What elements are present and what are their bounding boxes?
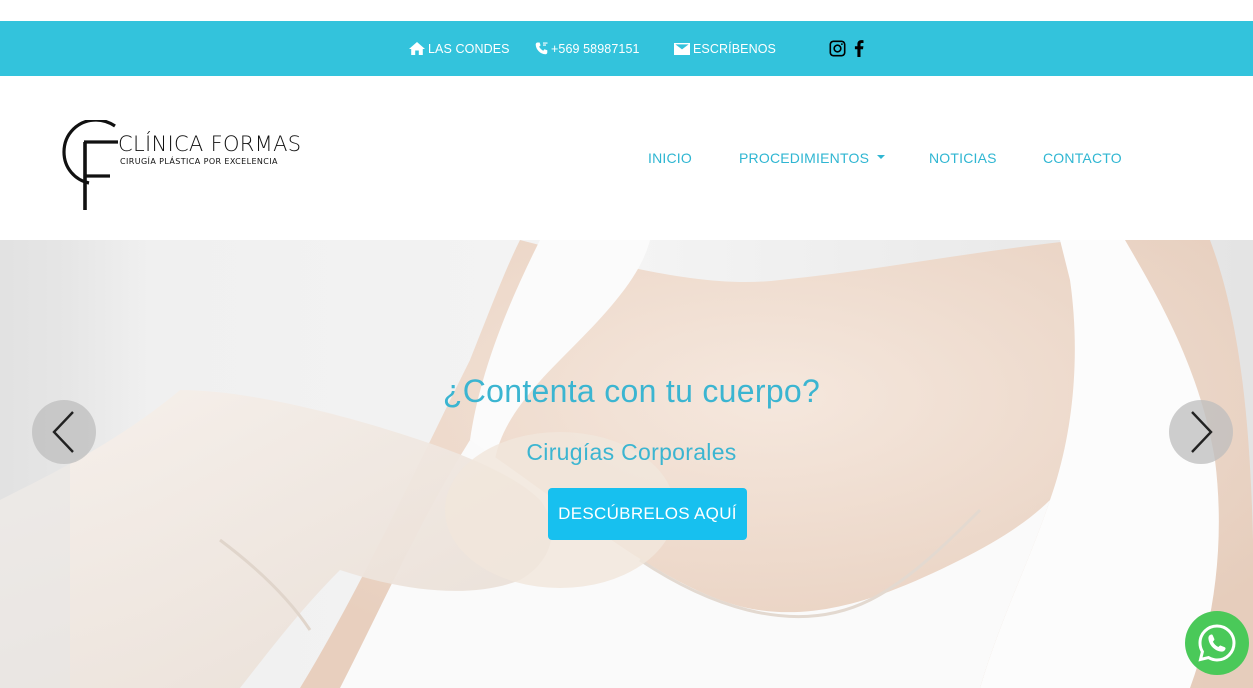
whatsapp-icon [1198, 624, 1236, 662]
hero-carousel: ¿Contenta con tu cuerpo? Cirugías Corpor… [0, 240, 1253, 688]
top-spacer [0, 0, 1253, 21]
nav-label-procedimientos: PROCEDIMIENTOS [739, 150, 870, 166]
logo-name: CLÍNICA FORMAS [118, 132, 302, 156]
chevron-right-icon [1191, 411, 1213, 453]
phone-link[interactable]: +569 58987151 [535, 21, 640, 76]
facebook-link[interactable] [854, 21, 864, 76]
email-link[interactable]: ESCRÍBENOS [674, 21, 776, 76]
home-icon [409, 42, 425, 55]
nav-item-contacto: CONTACTO [1043, 76, 1122, 240]
contact-topbar: LAS CONDES +569 58987151 ESCRÍBENOS [0, 21, 1253, 76]
facebook-icon [854, 40, 864, 57]
discover-button[interactable]: DESCÚBRELOS AQUÍ [548, 488, 747, 540]
whatsapp-button[interactable] [1185, 611, 1249, 675]
nav-link-contacto[interactable]: CONTACTO [1043, 150, 1122, 166]
phone-icon [535, 42, 548, 55]
carousel-next-button[interactable] [1169, 400, 1233, 464]
hero-subtitle: Cirugías Corporales [526, 439, 737, 465]
carousel-prev-button[interactable] [32, 400, 96, 464]
site-header: CLÍNICA FORMAS CIRUGÍA PLÁSTICA POR EXCE… [0, 76, 1253, 240]
nav-item-noticias: NOTICIAS [929, 76, 997, 240]
instagram-link[interactable] [829, 21, 846, 76]
location-label: LAS CONDES [428, 41, 510, 56]
hero-title: ¿Contenta con tu cuerpo? [442, 373, 821, 409]
mail-icon [674, 42, 690, 55]
nav-item-inicio: INICIO [648, 76, 692, 240]
email-label: ESCRÍBENOS [693, 41, 776, 56]
instagram-icon [829, 40, 846, 57]
nav-link-noticias[interactable]: NOTICIAS [929, 150, 997, 166]
nav-dropdown-procedimientos[interactable]: PROCEDIMIENTOS [739, 150, 886, 166]
nav-item-procedimientos: PROCEDIMIENTOS [739, 76, 886, 240]
nav-link-inicio[interactable]: INICIO [648, 150, 692, 166]
logo-tagline: CIRUGÍA PLÁSTICA POR EXCELENCIA [120, 157, 278, 166]
location-link[interactable]: LAS CONDES [409, 21, 510, 76]
caret-down-icon [877, 155, 886, 160]
chevron-left-icon [52, 411, 74, 453]
phone-number: +569 58987151 [551, 41, 640, 56]
